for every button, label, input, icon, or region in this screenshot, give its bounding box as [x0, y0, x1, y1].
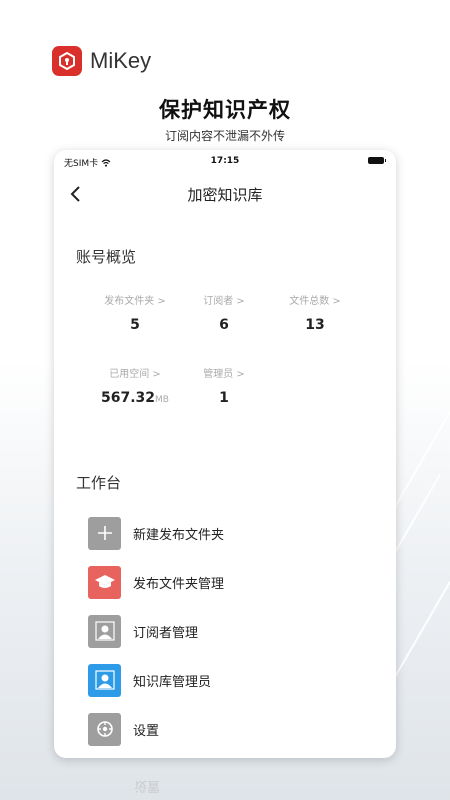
- phone-screen: 无SIM卡 17:15 加密知识库 账号概览 发布文件夹 > 5 订阅者 > 6…: [54, 150, 396, 758]
- user-icon: [88, 663, 121, 697]
- stat-label: 管理员 >: [203, 369, 245, 380]
- menu-item-label: 新建发布文件夹: [133, 527, 225, 543]
- menu-item-label: 知识库管理员: [133, 674, 212, 690]
- menu-item-label: 订阅者管理: [133, 625, 199, 641]
- graduation-cap-icon: [88, 565, 121, 599]
- stat-unit: MB: [155, 395, 169, 405]
- reflection-text: 设置: [134, 778, 161, 793]
- menu-item-knowledge-base-admin[interactable]: 知识库管理员: [88, 663, 211, 697]
- brand: MiKey: [52, 46, 151, 76]
- hero-title: 保护知识产权: [159, 98, 291, 122]
- brand-name: MiKey: [90, 48, 152, 73]
- stat-value: 1: [219, 390, 229, 406]
- menu-item-label: 发布文件夹管理: [133, 576, 225, 592]
- status-time: 17:15: [210, 156, 240, 166]
- menu-item-settings[interactable]: 设置: [88, 712, 159, 746]
- menu-item-publish-folder-management[interactable]: 发布文件夹管理: [88, 565, 224, 599]
- stat-admins[interactable]: 管理员 > 1: [169, 365, 279, 406]
- status-bar: 无SIM卡 17:15: [54, 150, 396, 172]
- plus-icon: [88, 516, 121, 550]
- overview-title: 账号概览: [76, 248, 137, 266]
- menu-item-new-publish-folder[interactable]: 新建发布文件夹: [88, 516, 224, 550]
- battery-icon: [368, 157, 386, 164]
- menu-item-label: 设置: [133, 723, 160, 739]
- stat-total-files[interactable]: 文件总数 > 13: [260, 292, 370, 333]
- stat-value: 13: [305, 317, 325, 333]
- hero-subtitle: 订阅内容不泄漏不外传: [164, 129, 285, 143]
- menu-item-subscriber-management[interactable]: 订阅者管理: [88, 614, 198, 648]
- user-icon: [88, 614, 121, 648]
- nav-bar: 加密知识库: [54, 172, 396, 216]
- workbench-title: 工作台: [76, 474, 122, 492]
- mikey-logo-icon: [52, 46, 82, 76]
- settings-icon: [88, 712, 121, 746]
- page-title: 加密知识库: [187, 186, 263, 204]
- stat-label: 文件总数 >: [289, 296, 341, 307]
